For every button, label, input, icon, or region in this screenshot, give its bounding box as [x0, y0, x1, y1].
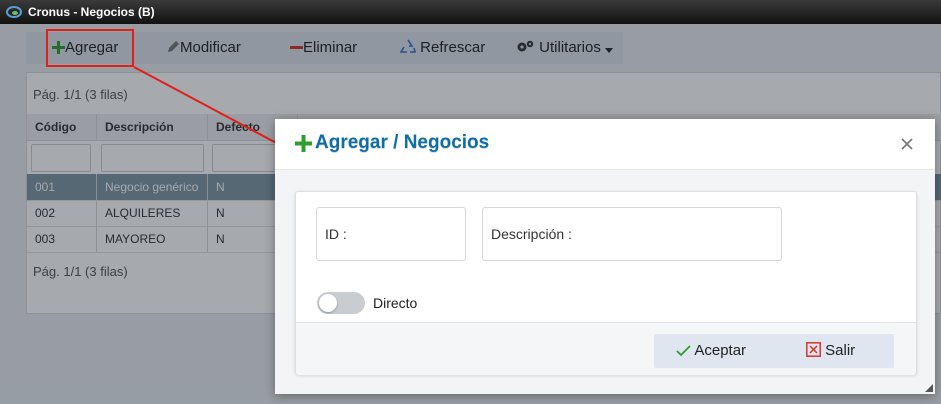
x-box-icon	[806, 342, 821, 357]
add-business-dialog: Agregar / Negocios ID : Descripción : Di…	[275, 119, 935, 394]
dialog-footer: Aceptar Salir	[296, 322, 916, 375]
exit-button[interactable]: Salir	[806, 334, 855, 368]
dialog-header: Agregar / Negocios	[275, 119, 935, 170]
accept-button[interactable]: Aceptar	[676, 334, 746, 368]
dialog-button-group: Aceptar Salir	[654, 334, 894, 368]
check-icon	[676, 345, 691, 357]
id-field[interactable]: ID :	[316, 207, 466, 261]
close-icon[interactable]	[899, 136, 915, 152]
plus-icon	[295, 135, 312, 152]
form-card: ID : Descripción : Directo Aceptar Salir	[295, 191, 917, 375]
direct-toggle-label: Directo	[373, 295, 418, 311]
toggle-knob	[319, 294, 337, 312]
direct-toggle[interactable]	[317, 292, 365, 314]
description-field[interactable]: Descripción :	[482, 207, 782, 261]
exit-button-label: Salir	[825, 342, 856, 359]
resize-grip-icon[interactable]	[925, 384, 933, 392]
accept-button-label: Aceptar	[694, 342, 747, 359]
description-field-label: Descripción :	[491, 226, 572, 242]
id-field-label: ID :	[325, 226, 347, 242]
dialog-title: Agregar / Negocios	[315, 132, 490, 153]
